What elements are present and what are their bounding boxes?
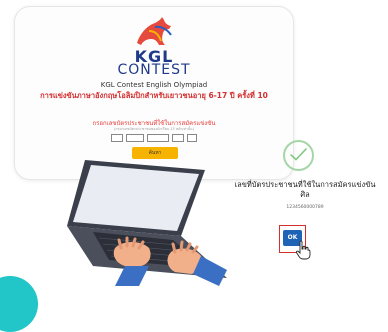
contest-title-th: การแข่งขันภาษาอังกฤษโอลิมปิกสำหรับเยาวชน… [40,91,268,100]
contest-title-en: KGL Contest English Olympiad [100,81,208,89]
id-input-segment-2[interactable] [126,134,144,142]
hand-pointer-icon [295,240,311,260]
brand-subtitle: CONTEST [117,62,191,78]
id-field-hint: (กรอกเลขบัตรประชาชนของนักเรียน 13 หลักเท… [114,127,194,131]
result-title: เลขที่บัตรประชาชนที่ใช้ในการสมัครแข่งขัน… [234,180,376,199]
id-input-segment-5[interactable] [187,134,197,142]
id-input-segment-3[interactable] [147,134,169,142]
decorative-circle [0,276,38,332]
check-circle-icon [283,140,314,171]
id-number-input-group[interactable] [15,134,293,142]
id-input-segment-1[interactable] [111,134,123,142]
kangaroo-logo-icon [137,17,172,45]
laptop-hands-illustration [67,160,227,286]
id-input-segment-4[interactable] [172,134,184,142]
result-id-number: 1234560000789 [286,205,324,210]
